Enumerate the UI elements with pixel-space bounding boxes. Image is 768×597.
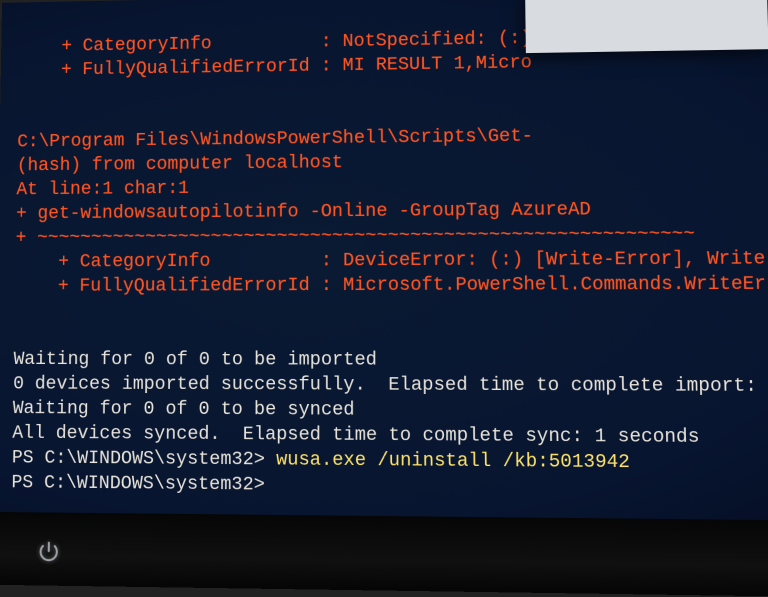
error-script-path: C:\Program Files\WindowsPowerShell\Scrip… — [17, 126, 533, 152]
error-category-info: + CategoryInfo : DeviceError: (:) [Write… — [15, 249, 766, 273]
status-waiting-import: Waiting for 0 of 0 to be imported — [13, 350, 377, 371]
prompt-line-2[interactable]: PS C:\WINDOWS\system32> — [11, 473, 265, 496]
overlay-window[interactable] — [525, 0, 768, 53]
power-icon — [36, 539, 61, 564]
desktop-screen: + CategoryInfo : NotSpecified: (:) + Ful… — [0, 0, 768, 597]
error-hash-line: (hash) from computer localhost — [17, 153, 343, 176]
prompt-line-1: PS C:\WINDOWS\system32> wusa.exe /uninst… — [12, 448, 630, 474]
status-synced: All devices synced. Elapsed time to comp… — [12, 423, 700, 448]
ps-prompt: PS C:\WINDOWS\system32> — [12, 448, 276, 471]
error-at-line: At line:1 char:1 — [16, 179, 189, 201]
ps-prompt: PS C:\WINDOWS\system32> — [11, 473, 265, 496]
monitor-bezel — [0, 512, 768, 597]
error-underline: + ~~~~~~~~~~~~~~~~~~~~~~~~~~~~~~~~~~~~~~… — [15, 224, 695, 248]
powershell-window[interactable]: + CategoryInfo : NotSpecified: (:) + Ful… — [0, 0, 768, 540]
error-fq-error-id: + FullyQualifiedErrorId : Microsoft.Powe… — [15, 274, 767, 297]
status-imported: 0 devices imported successfully. Elapsed… — [13, 374, 768, 397]
status-waiting-sync: Waiting for 0 of 0 to be synced — [13, 399, 355, 421]
error-command-line: + get-windowsautopilotinfo -Online -Grou… — [16, 200, 591, 224]
typed-command: wusa.exe /uninstall /kb:5013942 — [276, 450, 630, 474]
error-category-info: + CategoryInfo : NotSpecified: (:) — [19, 29, 532, 58]
